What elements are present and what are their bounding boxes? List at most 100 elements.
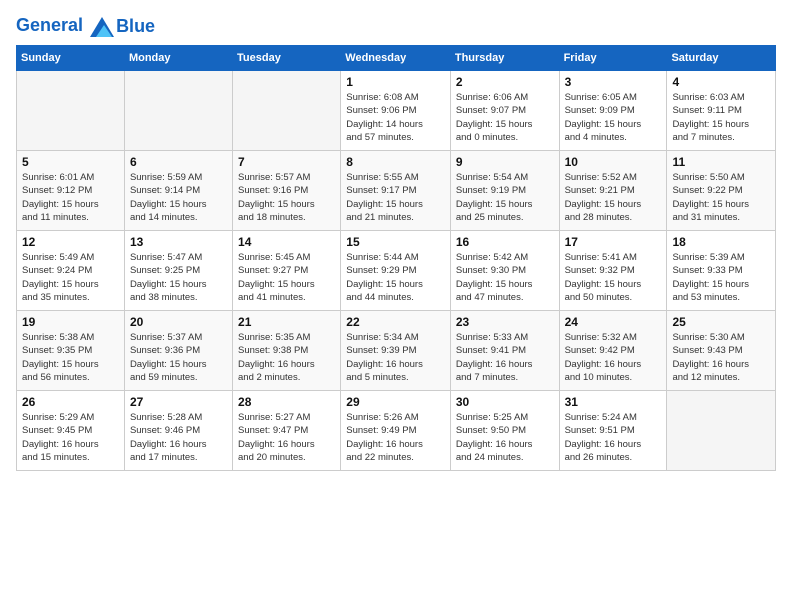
day-number: 20	[130, 315, 227, 329]
logo: General Blue	[16, 16, 155, 37]
day-number: 11	[672, 155, 770, 169]
day-info: Sunrise: 5:25 AM Sunset: 9:50 PM Dayligh…	[456, 411, 554, 464]
day-number: 24	[565, 315, 662, 329]
day-info: Sunrise: 5:26 AM Sunset: 9:49 PM Dayligh…	[346, 411, 445, 464]
calendar-cell: 17 Sunrise: 5:41 AM Sunset: 9:32 PM Dayli…	[559, 231, 667, 311]
day-info: Sunrise: 5:29 AM Sunset: 9:45 PM Dayligh…	[22, 411, 119, 464]
day-info: Sunrise: 5:57 AM Sunset: 9:16 PM Dayligh…	[238, 171, 335, 224]
day-info: Sunrise: 5:32 AM Sunset: 9:42 PM Dayligh…	[565, 331, 662, 384]
weekday-header: Sunday	[17, 46, 125, 71]
day-number: 31	[565, 395, 662, 409]
calendar-cell: 9Sunrise: 5:54 AM Sunset: 9:19 PM Daylig…	[450, 151, 559, 231]
weekday-header: Saturday	[667, 46, 776, 71]
day-number: 7	[238, 155, 335, 169]
weekday-header: Monday	[124, 46, 232, 71]
calendar-cell: 4 Sunrise: 6:03 AM Sunset: 9:11 PM Daylig…	[667, 71, 776, 151]
calendar-cell: 19 Sunrise: 5:38 AM Sunset: 9:35 PM Dayli…	[17, 311, 125, 391]
day-info: Sunrise: 6:03 AM Sunset: 9:11 PM Dayligh…	[672, 91, 770, 144]
calendar-week-row: 1Sunrise: 6:08 AM Sunset: 9:06 PM Daylig…	[17, 71, 776, 151]
calendar-cell: 15Sunrise: 5:44 AM Sunset: 9:29 PM Dayli…	[341, 231, 451, 311]
calendar-cell: 6 Sunrise: 5:59 AM Sunset: 9:14 PM Daylig…	[124, 151, 232, 231]
calendar-cell: 10 Sunrise: 5:52 AM Sunset: 9:21 PM Dayli…	[559, 151, 667, 231]
calendar-cell: 8 Sunrise: 5:55 AM Sunset: 9:17 PM Daylig…	[341, 151, 451, 231]
day-info: Sunrise: 5:45 AM Sunset: 9:27 PM Dayligh…	[238, 251, 335, 304]
day-info: Sunrise: 5:33 AM Sunset: 9:41 PM Dayligh…	[456, 331, 554, 384]
day-info: Sunrise: 5:28 AM Sunset: 9:46 PM Dayligh…	[130, 411, 227, 464]
day-info: Sunrise: 5:41 AM Sunset: 9:32 PM Dayligh…	[565, 251, 662, 304]
day-info: Sunrise: 5:30 AM Sunset: 9:43 PM Dayligh…	[672, 331, 770, 384]
day-info: Sunrise: 5:34 AM Sunset: 9:39 PM Dayligh…	[346, 331, 445, 384]
calendar-cell: 14 Sunrise: 5:45 AM Sunset: 9:27 PM Dayli…	[233, 231, 341, 311]
calendar-cell: 13Sunrise: 5:47 AM Sunset: 9:25 PM Dayli…	[124, 231, 232, 311]
calendar-cell	[124, 71, 232, 151]
day-number: 29	[346, 395, 445, 409]
day-info: Sunrise: 5:44 AM Sunset: 9:29 PM Dayligh…	[346, 251, 445, 304]
calendar-cell: 5Sunrise: 6:01 AM Sunset: 9:12 PM Daylig…	[17, 151, 125, 231]
calendar-cell: 23 Sunrise: 5:33 AM Sunset: 9:41 PM Dayli…	[450, 311, 559, 391]
day-number: 27	[130, 395, 227, 409]
day-info: Sunrise: 6:08 AM Sunset: 9:06 PM Dayligh…	[346, 91, 445, 144]
day-info: Sunrise: 5:55 AM Sunset: 9:17 PM Dayligh…	[346, 171, 445, 224]
calendar-cell	[667, 391, 776, 471]
day-number: 6	[130, 155, 227, 169]
calendar-cell: 12 Sunrise: 5:49 AM Sunset: 9:24 PM Dayli…	[17, 231, 125, 311]
calendar-cell: 2 Sunrise: 6:06 AM Sunset: 9:07 PM Daylig…	[450, 71, 559, 151]
day-number: 3	[565, 75, 662, 89]
day-number: 30	[456, 395, 554, 409]
calendar-cell: 31 Sunrise: 5:24 AM Sunset: 9:51 PM Dayli…	[559, 391, 667, 471]
calendar-cell: 30 Sunrise: 5:25 AM Sunset: 9:50 PM Dayli…	[450, 391, 559, 471]
day-number: 10	[565, 155, 662, 169]
day-number: 25	[672, 315, 770, 329]
calendar-cell: 7 Sunrise: 5:57 AM Sunset: 9:16 PM Daylig…	[233, 151, 341, 231]
day-info: Sunrise: 5:35 AM Sunset: 9:38 PM Dayligh…	[238, 331, 335, 384]
day-info: Sunrise: 5:27 AM Sunset: 9:47 PM Dayligh…	[238, 411, 335, 464]
calendar-cell: 20 Sunrise: 5:37 AM Sunset: 9:36 PM Dayli…	[124, 311, 232, 391]
calendar-week-row: 12 Sunrise: 5:49 AM Sunset: 9:24 PM Dayli…	[17, 231, 776, 311]
weekday-header: Wednesday	[341, 46, 451, 71]
day-info: Sunrise: 5:37 AM Sunset: 9:36 PM Dayligh…	[130, 331, 227, 384]
day-info: Sunrise: 5:52 AM Sunset: 9:21 PM Dayligh…	[565, 171, 662, 224]
calendar-table: SundayMondayTuesdayWednesdayThursdayFrid…	[16, 45, 776, 471]
day-number: 17	[565, 235, 662, 249]
day-number: 22	[346, 315, 445, 329]
day-info: Sunrise: 5:59 AM Sunset: 9:14 PM Dayligh…	[130, 171, 227, 224]
calendar-cell: 27 Sunrise: 5:28 AM Sunset: 9:46 PM Dayli…	[124, 391, 232, 471]
calendar-week-row: 5Sunrise: 6:01 AM Sunset: 9:12 PM Daylig…	[17, 151, 776, 231]
day-number: 4	[672, 75, 770, 89]
calendar-week-row: 26 Sunrise: 5:29 AM Sunset: 9:45 PM Dayli…	[17, 391, 776, 471]
day-number: 8	[346, 155, 445, 169]
calendar-cell: 22 Sunrise: 5:34 AM Sunset: 9:39 PM Dayli…	[341, 311, 451, 391]
day-number: 21	[238, 315, 335, 329]
day-number: 18	[672, 235, 770, 249]
day-info: Sunrise: 6:05 AM Sunset: 9:09 PM Dayligh…	[565, 91, 662, 144]
day-info: Sunrise: 5:38 AM Sunset: 9:35 PM Dayligh…	[22, 331, 119, 384]
calendar-cell: 28Sunrise: 5:27 AM Sunset: 9:47 PM Dayli…	[233, 391, 341, 471]
calendar-week-row: 19 Sunrise: 5:38 AM Sunset: 9:35 PM Dayli…	[17, 311, 776, 391]
day-info: Sunrise: 5:50 AM Sunset: 9:22 PM Dayligh…	[672, 171, 770, 224]
calendar-cell: 25 Sunrise: 5:30 AM Sunset: 9:43 PM Dayli…	[667, 311, 776, 391]
calendar-cell: 24 Sunrise: 5:32 AM Sunset: 9:42 PM Dayli…	[559, 311, 667, 391]
weekday-header: Friday	[559, 46, 667, 71]
day-number: 14	[238, 235, 335, 249]
logo-line1: General	[16, 15, 83, 35]
logo-icon	[90, 17, 114, 37]
calendar-cell: 26 Sunrise: 5:29 AM Sunset: 9:45 PM Dayli…	[17, 391, 125, 471]
day-number: 23	[456, 315, 554, 329]
calendar-cell: 11 Sunrise: 5:50 AM Sunset: 9:22 PM Dayli…	[667, 151, 776, 231]
day-number: 16	[456, 235, 554, 249]
calendar-header-row: SundayMondayTuesdayWednesdayThursdayFrid…	[17, 46, 776, 71]
day-number: 2	[456, 75, 554, 89]
day-number: 5	[22, 155, 119, 169]
calendar-cell: 3 Sunrise: 6:05 AM Sunset: 9:09 PM Daylig…	[559, 71, 667, 151]
day-number: 26	[22, 395, 119, 409]
logo-line2: Blue	[116, 16, 155, 37]
page-header: General Blue	[16, 16, 776, 37]
day-info: Sunrise: 6:06 AM Sunset: 9:07 PM Dayligh…	[456, 91, 554, 144]
day-info: Sunrise: 5:54 AM Sunset: 9:19 PM Dayligh…	[456, 171, 554, 224]
day-info: Sunrise: 5:24 AM Sunset: 9:51 PM Dayligh…	[565, 411, 662, 464]
day-number: 12	[22, 235, 119, 249]
calendar-cell: 21 Sunrise: 5:35 AM Sunset: 9:38 PM Dayli…	[233, 311, 341, 391]
day-number: 19	[22, 315, 119, 329]
day-info: Sunrise: 5:42 AM Sunset: 9:30 PM Dayligh…	[456, 251, 554, 304]
day-info: Sunrise: 5:49 AM Sunset: 9:24 PM Dayligh…	[22, 251, 119, 304]
